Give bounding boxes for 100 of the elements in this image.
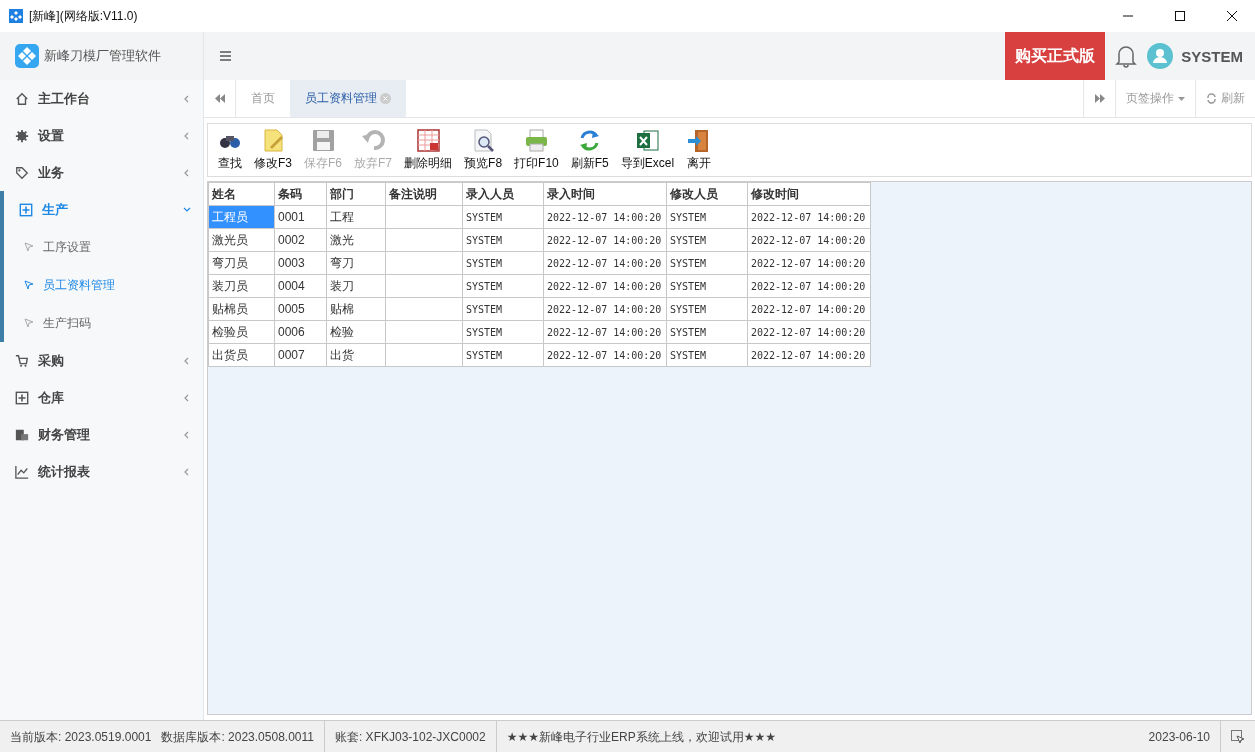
table-cell[interactable]: SYSTEM [462,228,544,252]
table-cell[interactable]: SYSTEM [462,343,544,367]
toolbar-button[interactable]: 查找 [212,128,247,172]
table-cell[interactable] [385,343,463,367]
table-cell[interactable]: SYSTEM [666,228,748,252]
table-cell[interactable]: SYSTEM [666,205,748,229]
sidebar-item[interactable]: 设置 [0,117,203,154]
table-cell[interactable]: SYSTEM [666,251,748,275]
table-cell[interactable]: SYSTEM [666,297,748,321]
table-cell[interactable]: 2022-12-07 14:00:20 [747,228,871,252]
note-pencil-icon [264,129,283,152]
table-cell[interactable]: 2022-12-07 14:00:20 [543,205,667,229]
sidebar-subitem[interactable]: 工序设置 [4,228,203,266]
table-cell[interactable]: 检验员 [208,320,275,344]
table-cell[interactable] [385,251,463,275]
table-cell[interactable] [385,320,463,344]
status-text: 当前版本: 2023.0519.0001 [9,728,152,746]
table-cell[interactable]: 出货 [326,343,386,367]
table-cell[interactable]: SYSTEM [462,251,544,275]
table-cell[interactable]: 2022-12-07 14:00:20 [543,228,667,252]
table-cell[interactable]: 2022-12-07 14:00:20 [747,274,871,298]
table-cell[interactable]: 弯刀 [326,251,386,275]
close-icon[interactable] [1227,11,1237,21]
table-cell[interactable]: 0006 [274,320,327,344]
maximize-icon[interactable] [1175,11,1185,21]
column-header[interactable]: 录入时间 [543,182,667,206]
chevron-icon [183,393,191,402]
table-cell[interactable]: SYSTEM [666,343,748,367]
table-cell[interactable]: 0001 [274,205,327,229]
table-cell[interactable]: 0002 [274,228,327,252]
column-header[interactable]: 修改时间 [747,182,871,206]
avatar-icon[interactable] [1147,43,1174,69]
chevron-icon [183,467,191,476]
table-cell[interactable]: 激光 [326,228,386,252]
chevron-icon [183,168,191,177]
table-cell[interactable]: 2022-12-07 14:00:20 [543,251,667,275]
table-cell[interactable]: 0007 [274,343,327,367]
table-cell[interactable]: SYSTEM [666,320,748,344]
sidebar-subitem[interactable]: 生产扫码 [4,304,203,342]
double-right-arrow-icon[interactable] [1094,94,1105,103]
table-cell[interactable]: 2022-12-07 14:00:20 [747,320,871,344]
column-header[interactable]: 录入人员 [462,182,544,206]
buy-button[interactable]: 购买正式版 [1005,32,1106,80]
table-cell[interactable] [385,228,463,252]
sidebar-item[interactable]: 采购 [0,342,203,379]
table-cell[interactable]: SYSTEM [666,274,748,298]
table-cell[interactable]: 工程 [326,205,386,229]
sidebar-item[interactable]: 仓库 [0,379,203,416]
sidebar-item[interactable]: 财务管理 [0,416,203,453]
table-cell[interactable]: 2022-12-07 14:00:20 [543,343,667,367]
table-cell[interactable]: 2022-12-07 14:00:20 [747,205,871,229]
sidebar-item[interactable]: 主工作台 [0,80,203,117]
table-cell[interactable]: SYSTEM [462,274,544,298]
double-left-arrow-icon[interactable] [214,94,225,103]
table-cell[interactable]: 激光员 [208,228,275,252]
column-header[interactable]: 部门 [326,182,386,206]
table-cell[interactable] [385,297,463,321]
refresh-icon[interactable] [1206,93,1217,104]
sidebar-item[interactable]: 统计报表 [0,453,203,490]
column-header[interactable]: 备注说明 [385,182,463,206]
table-cell[interactable]: SYSTEM [462,297,544,321]
table-cell[interactable]: 弯刀员 [208,251,275,275]
toolbar-button[interactable]: 修改F3 [249,128,297,172]
table-cell[interactable]: 2022-12-07 14:00:20 [747,343,871,367]
column-header[interactable]: 姓名 [208,182,275,206]
table-cell[interactable]: 贴棉员 [208,297,275,321]
table-cell[interactable]: 贴棉 [326,297,386,321]
table-cell[interactable]: 0005 [274,297,327,321]
table-cell[interactable]: 2022-12-07 14:00:20 [747,297,871,321]
table-cell[interactable] [385,205,463,229]
toolbar-button[interactable]: 预览F8 [459,128,508,172]
toolbar-button[interactable]: 打印F10 [509,128,564,172]
sidebar-item[interactable]: 业务 [0,154,203,191]
tab[interactable]: 员工资料管理 [290,80,406,117]
user-name[interactable]: SYSTEM [1181,47,1243,65]
table-cell[interactable]: SYSTEM [462,205,544,229]
toolbar-button[interactable]: 导到Excel [615,128,680,172]
table-cell[interactable]: 0003 [274,251,327,275]
column-header[interactable]: 修改人员 [666,182,748,206]
table-cell[interactable]: 2022-12-07 14:00:20 [543,297,667,321]
table-cell[interactable]: 检验 [326,320,386,344]
table-cell[interactable]: 0004 [274,274,327,298]
table-cell[interactable]: SYSTEM [462,320,544,344]
table-cell[interactable] [385,274,463,298]
refresh-arrows-icon [580,130,600,151]
toolbar-button[interactable]: 刷新F5 [565,128,614,172]
column-header[interactable]: 条码 [274,182,327,206]
bell-icon[interactable] [1115,44,1138,68]
toolbar-button[interactable]: 删除明细 [399,128,458,172]
toolbar-button[interactable]: 离开 [681,128,717,172]
table-cell[interactable]: 装刀员 [208,274,275,298]
sidebar-subitem[interactable]: 员工资料管理 [4,266,203,304]
table-cell[interactable]: 2022-12-07 14:00:20 [543,274,667,298]
caret-icon[interactable] [1178,96,1185,101]
table-cell[interactable]: 2022-12-07 14:00:20 [747,251,871,275]
spreadsheet-icon [636,130,659,151]
printer-icon [525,129,547,152]
table-cell[interactable]: 装刀 [326,274,386,298]
table-cell[interactable]: 2022-12-07 14:00:20 [543,320,667,344]
table-cell[interactable]: 出货员 [208,343,275,367]
